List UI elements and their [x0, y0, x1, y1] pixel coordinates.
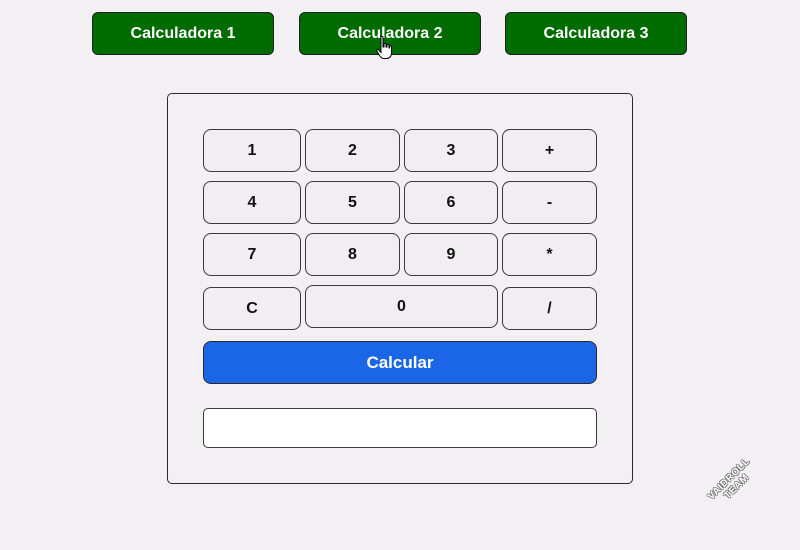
key-minus[interactable]: -: [502, 181, 597, 224]
key-2[interactable]: 2: [305, 129, 400, 172]
calcular-button[interactable]: Calcular: [203, 341, 597, 384]
key-9[interactable]: 9: [404, 233, 498, 276]
key-8[interactable]: 8: [305, 233, 400, 276]
key-4[interactable]: 4: [203, 181, 301, 224]
key-1[interactable]: 1: [203, 129, 301, 172]
key-7[interactable]: 7: [203, 233, 301, 276]
watermark-logo: VAIDROLL TEAM: [693, 443, 772, 522]
result-field[interactable]: [203, 408, 597, 448]
key-3[interactable]: 3: [404, 129, 498, 172]
key-0[interactable]: 0: [305, 285, 498, 328]
key-plus[interactable]: +: [502, 129, 597, 172]
key-6[interactable]: 6: [404, 181, 498, 224]
key-clear[interactable]: C: [203, 287, 301, 330]
key-5[interactable]: 5: [305, 181, 400, 224]
watermark-line-1: VAIDROLL: [705, 455, 753, 503]
key-divide[interactable]: /: [502, 287, 597, 330]
calculadora-3-button[interactable]: Calculadora 3: [505, 12, 687, 55]
hand-pointer-cursor-icon: [376, 36, 392, 59]
key-multiply[interactable]: *: [502, 233, 597, 276]
calculadora-1-button[interactable]: Calculadora 1: [92, 12, 274, 55]
